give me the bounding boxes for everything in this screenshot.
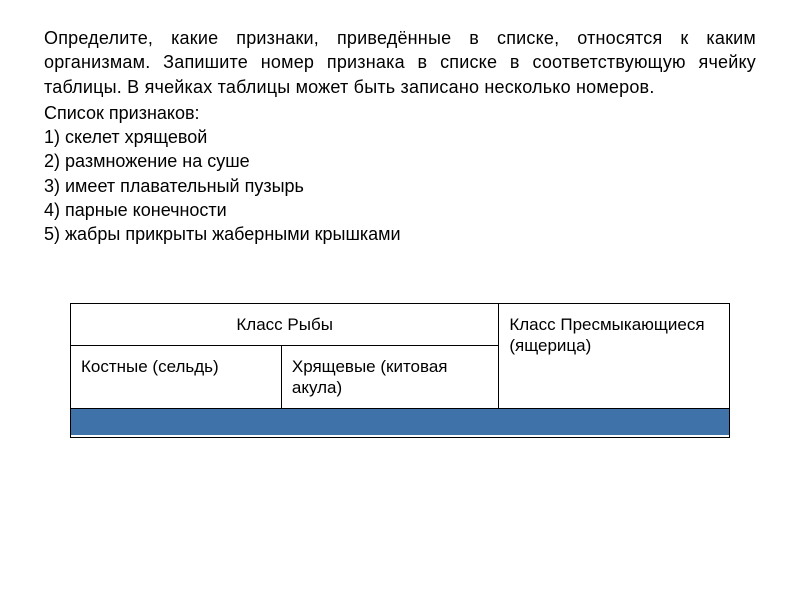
features-list-heading: Список признаков: xyxy=(44,101,756,125)
answer-row[interactable] xyxy=(71,409,730,438)
fish-class-header: Класс Рыбы xyxy=(71,303,499,345)
cartilaginous-fish-label: Хрящевые (китовая акула) xyxy=(281,345,498,409)
feature-item: 1) скелет хрящевой xyxy=(44,125,756,149)
feature-item: 4) парные конечности xyxy=(44,198,756,222)
reptiles-class-header: Класс Пресмыкающиеся (ящерица) xyxy=(499,303,730,409)
answer-highlight-bar xyxy=(71,409,729,435)
feature-item: 2) размножение на суше xyxy=(44,149,756,173)
task-paragraph: Определите, какие признаки, приведённые … xyxy=(44,26,756,99)
page: Определите, какие признаки, приведённые … xyxy=(0,0,800,438)
classification-table: Класс Рыбы Класс Пресмыкающиеся (ящерица… xyxy=(70,303,730,439)
bony-fish-label: Костные (сельдь) xyxy=(71,345,282,409)
feature-item: 3) имеет плавательный пузырь xyxy=(44,174,756,198)
feature-item: 5) жабры прикрыты жаберными крышками xyxy=(44,222,756,246)
